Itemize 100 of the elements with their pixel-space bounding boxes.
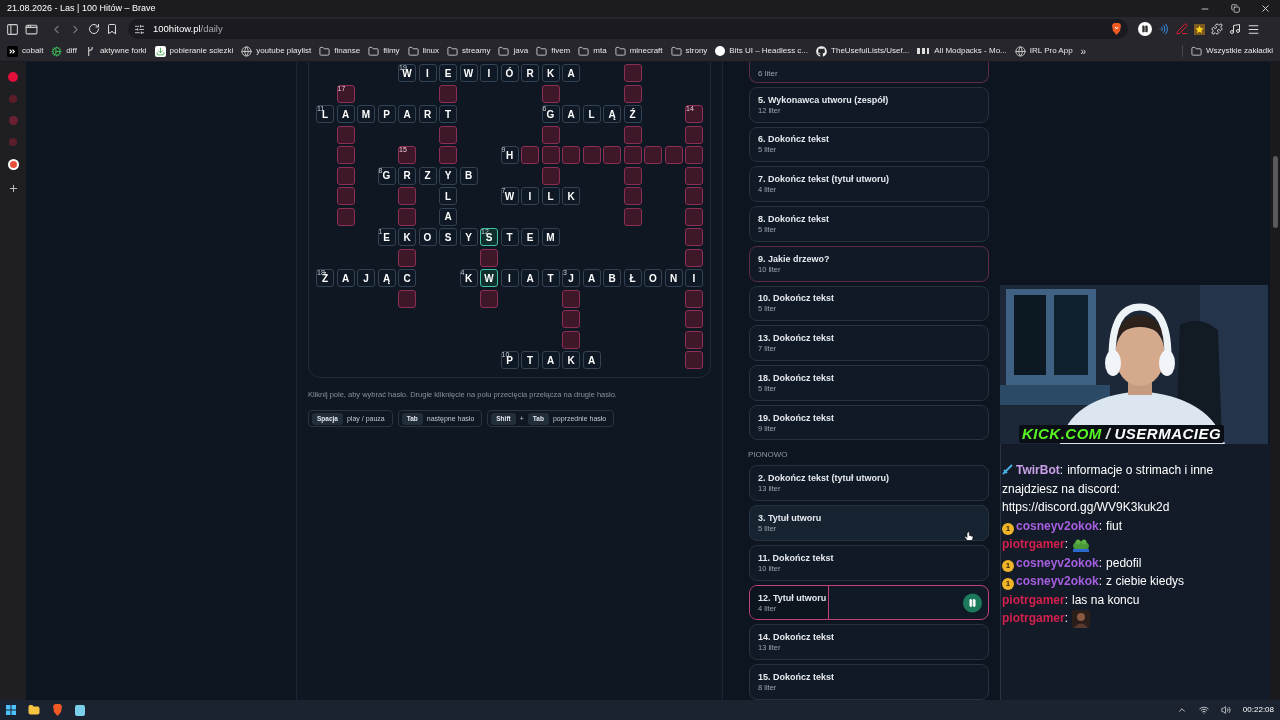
- empty-cell[interactable]: [623, 166, 642, 185]
- letter-cell[interactable]: Y: [459, 228, 478, 246]
- letter-cell[interactable]: Ł: [623, 269, 642, 287]
- letter-cell[interactable]: A: [336, 269, 355, 287]
- letter-cell[interactable]: A: [582, 269, 601, 287]
- pause-button[interactable]: [963, 593, 982, 613]
- scrollbar[interactable]: [1270, 62, 1280, 700]
- empty-cell[interactable]: [521, 146, 539, 164]
- empty-cell[interactable]: [336, 125, 355, 144]
- scrollbar-thumb[interactable]: [1272, 156, 1278, 228]
- empty-cell[interactable]: [336, 187, 355, 205]
- letter-cell[interactable]: R: [418, 105, 437, 123]
- letter-cell[interactable]: I: [685, 269, 703, 287]
- empty-cell[interactable]: [623, 207, 642, 226]
- empty-cell[interactable]: [398, 187, 416, 205]
- empty-cell[interactable]: [336, 207, 355, 226]
- letter-cell[interactable]: A: [398, 105, 416, 123]
- letter-cell[interactable]: A: [439, 207, 457, 226]
- empty-cell[interactable]: [623, 146, 642, 164]
- add-icon[interactable]: [7, 183, 19, 194]
- empty-cell[interactable]: [685, 125, 703, 144]
- letter-cell[interactable]: I: [480, 64, 498, 82]
- bookmark-link[interactable]: aktywne forki: [84, 45, 147, 57]
- empty-cell[interactable]: [685, 146, 703, 164]
- sidebar-toggle-icon[interactable]: [6, 22, 19, 36]
- pen-icon[interactable]: [1176, 23, 1188, 35]
- letter-cell[interactable]: L: [439, 187, 457, 205]
- bookmark-folder[interactable]: java: [498, 45, 529, 57]
- letter-cell[interactable]: Ó: [500, 64, 519, 82]
- letter-cell[interactable]: A: [562, 105, 580, 123]
- extensions-icon[interactable]: [1211, 23, 1223, 35]
- letter-cell[interactable]: K: [562, 187, 580, 205]
- empty-cell[interactable]: [623, 64, 642, 82]
- bookmark-link[interactable]: IRL Pro App: [1014, 45, 1073, 57]
- empty-cell[interactable]: [480, 248, 498, 267]
- empty-cell[interactable]: [562, 330, 580, 349]
- letter-cell[interactable]: R: [521, 64, 539, 82]
- empty-cell[interactable]: [623, 187, 642, 205]
- letter-cell[interactable]: K: [562, 351, 580, 369]
- empty-cell[interactable]: [562, 289, 580, 308]
- empty-cell[interactable]: [398, 289, 416, 308]
- letter-cell[interactable]: M: [541, 228, 560, 246]
- bookmark-folder[interactable]: streamy: [447, 45, 491, 57]
- bookmark-folder[interactable]: mta: [578, 45, 607, 57]
- empty-cell[interactable]: [685, 330, 703, 349]
- letter-cell[interactable]: Ą: [603, 105, 621, 123]
- network-icon[interactable]: [1198, 705, 1209, 715]
- letter-cell[interactable]: L: [582, 105, 601, 123]
- star-icon[interactable]: [1194, 23, 1205, 35]
- letter-cell[interactable]: R: [398, 166, 416, 185]
- letter-cell[interactable]: W: [459, 64, 478, 82]
- bookmark-link[interactable]: TheUsefulLists/Usef...: [816, 45, 910, 57]
- bookmark-link[interactable]: pobieranie sciezki: [154, 45, 234, 57]
- empty-cell[interactable]: [541, 84, 560, 103]
- letter-cell[interactable]: A: [521, 269, 539, 287]
- site-settings-icon[interactable]: [134, 23, 145, 35]
- empty-cell[interactable]: [541, 146, 560, 164]
- windows-logo-icon[interactable]: [6, 705, 16, 715]
- letter-cell[interactable]: P: [377, 105, 396, 123]
- letter-cell[interactable]: W: [480, 269, 498, 287]
- lion-shield-icon[interactable]: [52, 704, 63, 716]
- empty-cell[interactable]: [439, 84, 457, 103]
- letter-cell[interactable]: S: [439, 228, 457, 246]
- letter-cell[interactable]: T: [541, 269, 560, 287]
- empty-cell[interactable]: [623, 84, 642, 103]
- letter-cell[interactable]: A: [582, 351, 601, 369]
- empty-cell[interactable]: [685, 166, 703, 185]
- more-bookmarks-button[interactable]: »: [1080, 43, 1087, 59]
- empty-cell[interactable]: [685, 187, 703, 205]
- empty-cell[interactable]: [336, 146, 355, 164]
- letter-cell[interactable]: B: [459, 166, 478, 185]
- empty-cell[interactable]: [685, 228, 703, 246]
- letter-cell[interactable]: A: [336, 105, 355, 123]
- address-field[interactable]: 100hitow.pl/daily: [128, 19, 1128, 39]
- clue-item[interactable]: 6 liter: [749, 62, 989, 83]
- empty-cell[interactable]: [664, 146, 683, 164]
- bookmark-icon[interactable]: [106, 23, 118, 35]
- letter-cell[interactable]: Y: [439, 166, 457, 185]
- letter-cell[interactable]: I: [500, 269, 519, 287]
- letter-cell[interactable]: K: [398, 228, 416, 246]
- volume-icon[interactable]: [1220, 705, 1231, 715]
- bookmark-folder[interactable]: strony: [670, 45, 708, 57]
- empty-cell[interactable]: [685, 248, 703, 267]
- empty-cell[interactable]: [685, 289, 703, 308]
- empty-cell[interactable]: [685, 310, 703, 328]
- app-icon[interactable]: [75, 704, 85, 716]
- letter-cell[interactable]: Ą: [377, 269, 396, 287]
- bookmark-folder[interactable]: filmy: [368, 45, 400, 57]
- bookmark-folder[interactable]: fivem: [536, 45, 571, 57]
- empty-cell[interactable]: [562, 310, 580, 328]
- bookmark-link[interactable]: All Modpacks - Mo...: [917, 45, 1007, 57]
- empty-cell[interactable]: [644, 146, 662, 164]
- empty-cell[interactable]: [685, 351, 703, 369]
- letter-cell[interactable]: A: [562, 64, 580, 82]
- bookmark-folder[interactable]: finanse: [319, 45, 361, 57]
- bookmark-link[interactable]: diff: [51, 45, 77, 57]
- letter-cell[interactable]: K: [541, 64, 560, 82]
- music-icon[interactable]: [1229, 23, 1241, 35]
- bookmark-folder[interactable]: minecraft: [614, 45, 663, 57]
- bookmark-link[interactable]: Bits UI – Headless c...: [715, 45, 809, 57]
